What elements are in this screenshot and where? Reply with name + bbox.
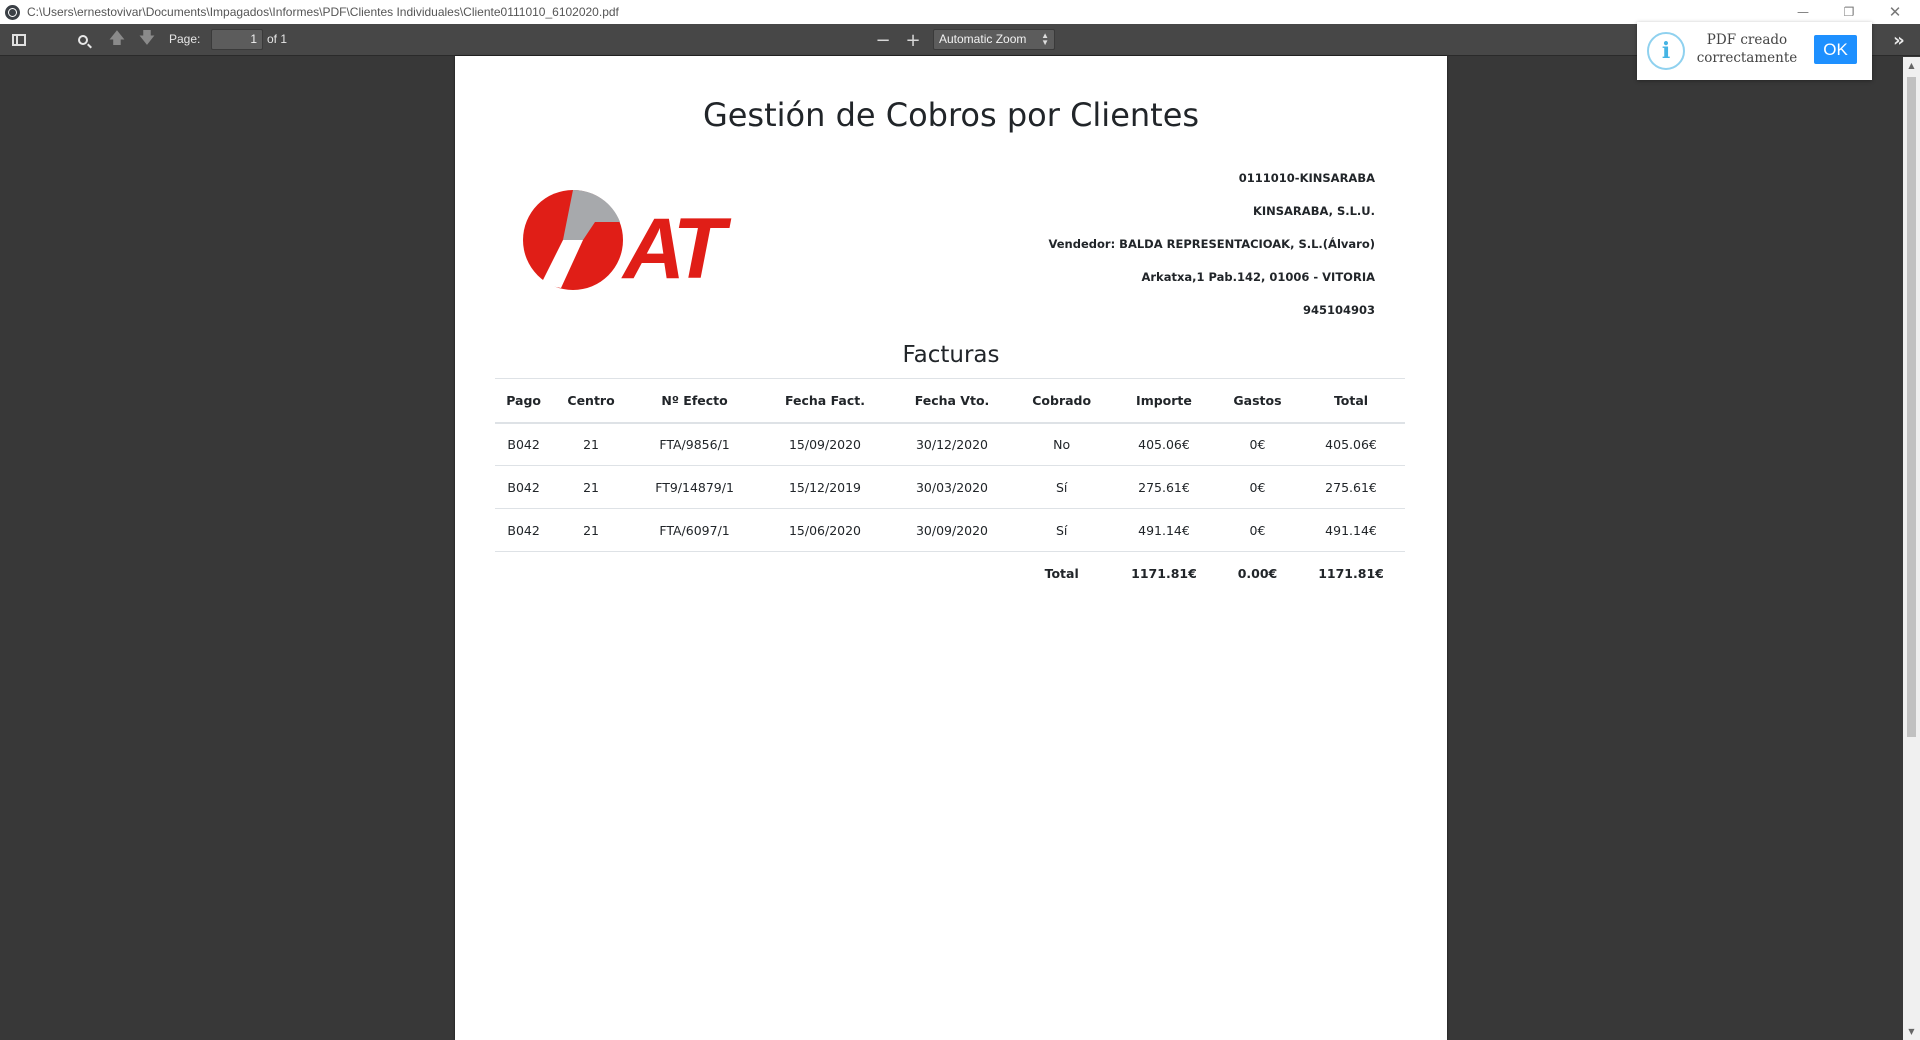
- pdf-page: Gestión de Cobros por Clientes AT 011101…: [455, 56, 1447, 1040]
- vertical-scrollbar[interactable]: ▲ ▼: [1903, 57, 1920, 1040]
- empty-cell: [552, 552, 630, 595]
- scroll-up-icon[interactable]: ▲: [1903, 57, 1920, 74]
- header-importe: Importe: [1110, 378, 1218, 424]
- scroll-thumb[interactable]: [1907, 77, 1916, 737]
- cell-gastos: 0€: [1217, 422, 1298, 466]
- arrow-down-icon: 🡇: [138, 27, 156, 47]
- notification-line-1: PDF creado: [1706, 32, 1788, 48]
- cell-efecto: FT9/14879/1: [629, 465, 760, 509]
- header-pago: Pago: [495, 378, 553, 424]
- client-info: 0111010-KINSARABA KINSARABA, S.L.U. Vend…: [1048, 162, 1375, 327]
- cell-fecha-vto: 30/03/2020: [890, 465, 1014, 509]
- document-title: Gestión de Cobros por Clientes: [702, 96, 1200, 134]
- maximize-button[interactable]: ❐: [1826, 0, 1872, 24]
- client-address: Arkatxa,1 Pab.142, 01006 - VITORIA: [1141, 270, 1375, 284]
- cell-total: 405.06€: [1297, 422, 1405, 466]
- cell-total: 491.14€: [1297, 508, 1405, 552]
- cell-fecha-fact: 15/06/2020: [759, 508, 891, 552]
- cell-total: 275.61€: [1297, 465, 1405, 509]
- total-gastos: 0.00€: [1237, 565, 1278, 581]
- tools-button[interactable]: »: [1886, 27, 1912, 53]
- close-button[interactable]: ✕: [1872, 0, 1918, 24]
- cell-efecto: FTA/6097/1: [629, 508, 760, 552]
- client-name: KINSARABA, S.L.U.: [1252, 204, 1375, 218]
- cell-fecha-fact: 15/12/2019: [759, 465, 891, 509]
- cell-fecha-vto: 30/12/2020: [890, 422, 1014, 466]
- cell-fecha-fact: 15/09/2020: [759, 422, 891, 466]
- find-button[interactable]: [70, 27, 96, 53]
- empty-cell: [759, 552, 890, 595]
- table-row: B042 21 FTA/9856/1 15/09/2020 30/12/2020…: [495, 422, 1405, 466]
- cell-importe: 491.14€: [1110, 508, 1218, 552]
- cell-cobrado: No: [1013, 422, 1111, 466]
- zoom-select-value: Automatic Zoom: [939, 32, 1027, 46]
- cell-centro: 21: [552, 422, 630, 466]
- previous-page-button[interactable]: 🡅: [104, 27, 130, 53]
- total-label: Total: [1044, 565, 1079, 581]
- page-label: Page:: [169, 32, 201, 46]
- empty-cell: [630, 552, 759, 595]
- window-titlebar: C:\Users\ernestovivar\Documents\Impagado…: [0, 0, 1920, 24]
- header-cobrado: Cobrado: [1013, 378, 1111, 424]
- zoom-select[interactable]: Automatic Zoom ▲ ▼: [933, 29, 1055, 50]
- header-fecha-vto: Fecha Vto.: [890, 378, 1014, 424]
- table-total-row: Total 1171.81€ 0.00€ 1171.81€: [495, 552, 1405, 595]
- page-total: of 1: [267, 32, 288, 46]
- minimize-button[interactable]: —: [1780, 0, 1826, 24]
- cell-pago: B042: [495, 465, 553, 509]
- total-importe: 1171.81€: [1131, 565, 1197, 581]
- client-phone: 945104903: [1302, 303, 1375, 317]
- table-row: B042 21 FT9/14879/1 15/12/2019 30/03/202…: [495, 465, 1405, 509]
- cell-cobrado: Sí: [1013, 465, 1111, 509]
- notification-line-2: correctamente: [1696, 50, 1798, 66]
- zoom-out-button[interactable]: −: [870, 27, 896, 53]
- zoom-in-button[interactable]: +: [900, 27, 926, 53]
- cell-efecto: FTA/9856/1: [629, 422, 760, 466]
- app-icon: [5, 4, 20, 20]
- cell-centro: 21: [552, 508, 630, 552]
- header-centro: Centro: [552, 378, 630, 424]
- double-chevron-right-icon: »: [1893, 29, 1905, 51]
- cell-centro: 21: [552, 465, 630, 509]
- client-code: 0111010-KINSARABA: [1238, 171, 1375, 185]
- ok-button[interactable]: OK: [1814, 35, 1857, 64]
- select-arrows-icon: ▲ ▼: [1041, 31, 1049, 47]
- client-seller: Vendedor: BALDA REPRESENTACIOAK, S.L.(Ál…: [1048, 237, 1375, 251]
- header-gastos: Gastos: [1217, 378, 1298, 424]
- header-fecha-fact: Fecha Fact.: [759, 378, 891, 424]
- total-total: 1171.81€: [1318, 565, 1384, 581]
- cell-pago: B042: [495, 508, 553, 552]
- arrow-up-icon: 🡅: [108, 27, 126, 47]
- window-title: C:\Users\ernestovivar\Documents\Impagado…: [27, 5, 619, 19]
- cell-importe: 275.61€: [1110, 465, 1218, 509]
- cell-fecha-vto: 30/09/2020: [890, 508, 1014, 552]
- invoices-table: Pago Centro Nº Efecto Fecha Fact. Fecha …: [495, 378, 1405, 595]
- search-icon: [78, 35, 88, 45]
- logo-text: AT: [621, 201, 732, 292]
- cell-importe: 405.06€: [1110, 422, 1218, 466]
- notification-toast: i PDF creado correctamente OK: [1637, 22, 1872, 80]
- table-header-row: Pago Centro Nº Efecto Fecha Fact. Fecha …: [495, 378, 1405, 424]
- empty-cell: [495, 552, 552, 595]
- empty-cell: [891, 552, 1014, 595]
- company-logo: AT: [523, 189, 735, 292]
- info-icon: i: [1647, 32, 1685, 70]
- table-row: B042 21 FTA/6097/1 15/06/2020 30/09/2020…: [495, 508, 1405, 552]
- cell-pago: B042: [495, 422, 553, 466]
- pdf-toolbar: 🡅 🡇 Page: 1 of 1 − + Automatic Zoom ▲ ▼ »: [0, 24, 1920, 56]
- notification-message: PDF creado correctamente: [1695, 31, 1799, 67]
- next-page-button[interactable]: 🡇: [134, 27, 160, 53]
- page-number-input[interactable]: 1: [211, 29, 263, 50]
- cell-gastos: 0€: [1217, 508, 1298, 552]
- sidebar-icon: [12, 34, 26, 46]
- invoices-title: Facturas: [902, 342, 1000, 368]
- sidebar-toggle-button[interactable]: [6, 27, 32, 53]
- cell-gastos: 0€: [1217, 465, 1298, 509]
- header-total: Total: [1297, 378, 1405, 424]
- scroll-down-icon[interactable]: ▼: [1903, 1023, 1920, 1040]
- header-efecto: Nº Efecto: [629, 378, 760, 424]
- cell-cobrado: Sí: [1013, 508, 1111, 552]
